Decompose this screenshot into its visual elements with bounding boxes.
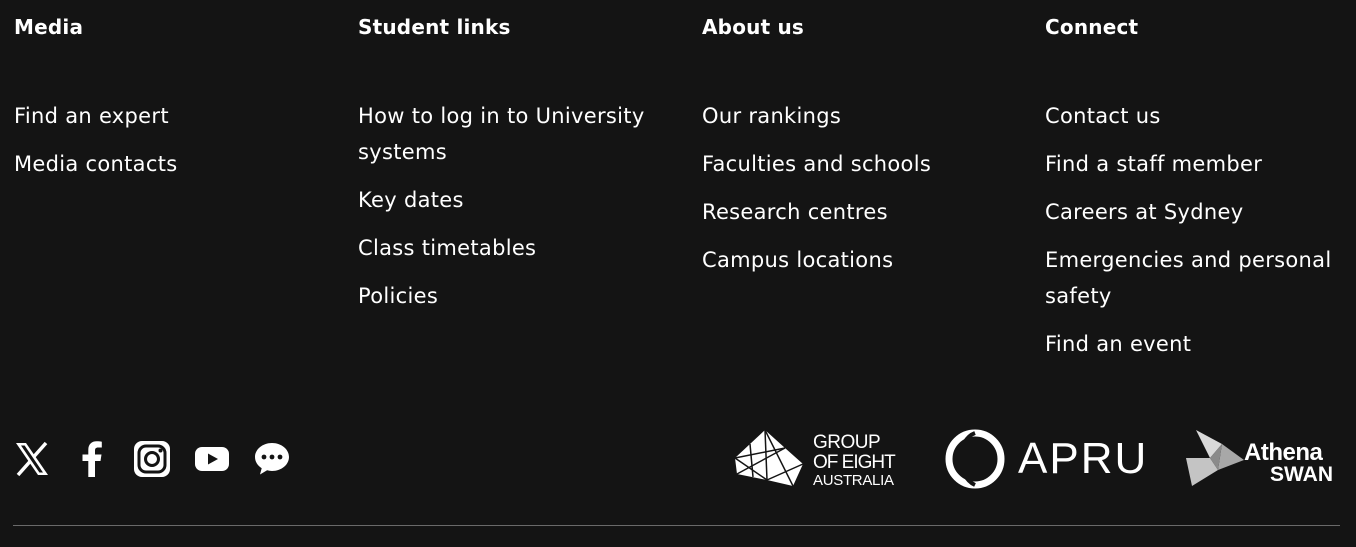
media-column: Media Find an expert Media contacts xyxy=(14,14,334,176)
footer-divider xyxy=(13,525,1340,526)
group-of-eight-logo[interactable]: GROUP OF EIGHT AUSTRALIA xyxy=(733,428,903,490)
instagram-icon[interactable] xyxy=(133,440,171,478)
youtube-icon[interactable] xyxy=(193,440,231,478)
x-icon[interactable] xyxy=(13,440,51,478)
find-an-event-link[interactable]: Find an event xyxy=(1045,326,1345,362)
emergencies-and-personal-safety-link[interactable]: Emergencies and personal safety xyxy=(1045,242,1345,314)
go8-line2: OF EIGHT xyxy=(813,452,896,473)
campus-locations-link[interactable]: Campus locations xyxy=(702,242,1022,278)
apru-logo[interactable]: APRU xyxy=(944,428,1146,490)
about-us-heading: About us xyxy=(702,15,805,39)
faculties-and-schools-link[interactable]: Faculties and schools xyxy=(702,146,1022,182)
how-to-log-in-link[interactable]: How to log in to University systems xyxy=(358,98,678,170)
careers-at-sydney-link[interactable]: Careers at Sydney xyxy=(1045,194,1345,230)
athena-swan-logo[interactable]: Athena SWAN xyxy=(1184,428,1344,490)
footer-link-columns: Media Find an expert Media contacts Stud… xyxy=(0,0,1356,400)
policies-link[interactable]: Policies xyxy=(358,278,678,314)
wechat-icon[interactable] xyxy=(253,440,291,478)
swan-wordmark: SWAN xyxy=(1270,463,1333,486)
go8-line3: AUSTRALIA xyxy=(813,472,894,489)
media-heading: Media xyxy=(14,15,84,39)
apru-wordmark: APRU xyxy=(1018,434,1149,483)
facebook-icon[interactable] xyxy=(73,440,111,478)
athena-swan-mark-icon xyxy=(1186,430,1244,486)
group-of-eight-mark-icon xyxy=(734,429,804,487)
class-timetables-link[interactable]: Class timetables xyxy=(358,230,678,266)
student-links-heading: Student links xyxy=(358,15,511,39)
connect-column: Connect Contact us Find a staff member C… xyxy=(1045,14,1345,356)
media-contacts-link[interactable]: Media contacts xyxy=(14,146,334,182)
about-us-column: About us Our rankings Faculties and scho… xyxy=(702,14,1022,272)
find-a-staff-member-link[interactable]: Find a staff member xyxy=(1045,146,1345,182)
apru-ring-icon xyxy=(945,429,1005,489)
connect-heading: Connect xyxy=(1045,15,1139,39)
contact-us-link[interactable]: Contact us xyxy=(1045,98,1345,134)
find-an-expert-link[interactable]: Find an expert xyxy=(14,98,334,134)
go8-line1: GROUP xyxy=(813,432,881,453)
social-links xyxy=(13,440,313,478)
research-centres-link[interactable]: Research centres xyxy=(702,194,1022,230)
our-rankings-link[interactable]: Our rankings xyxy=(702,98,1022,134)
key-dates-link[interactable]: Key dates xyxy=(358,182,678,218)
student-links-column: Student links How to log in to Universit… xyxy=(358,14,678,308)
